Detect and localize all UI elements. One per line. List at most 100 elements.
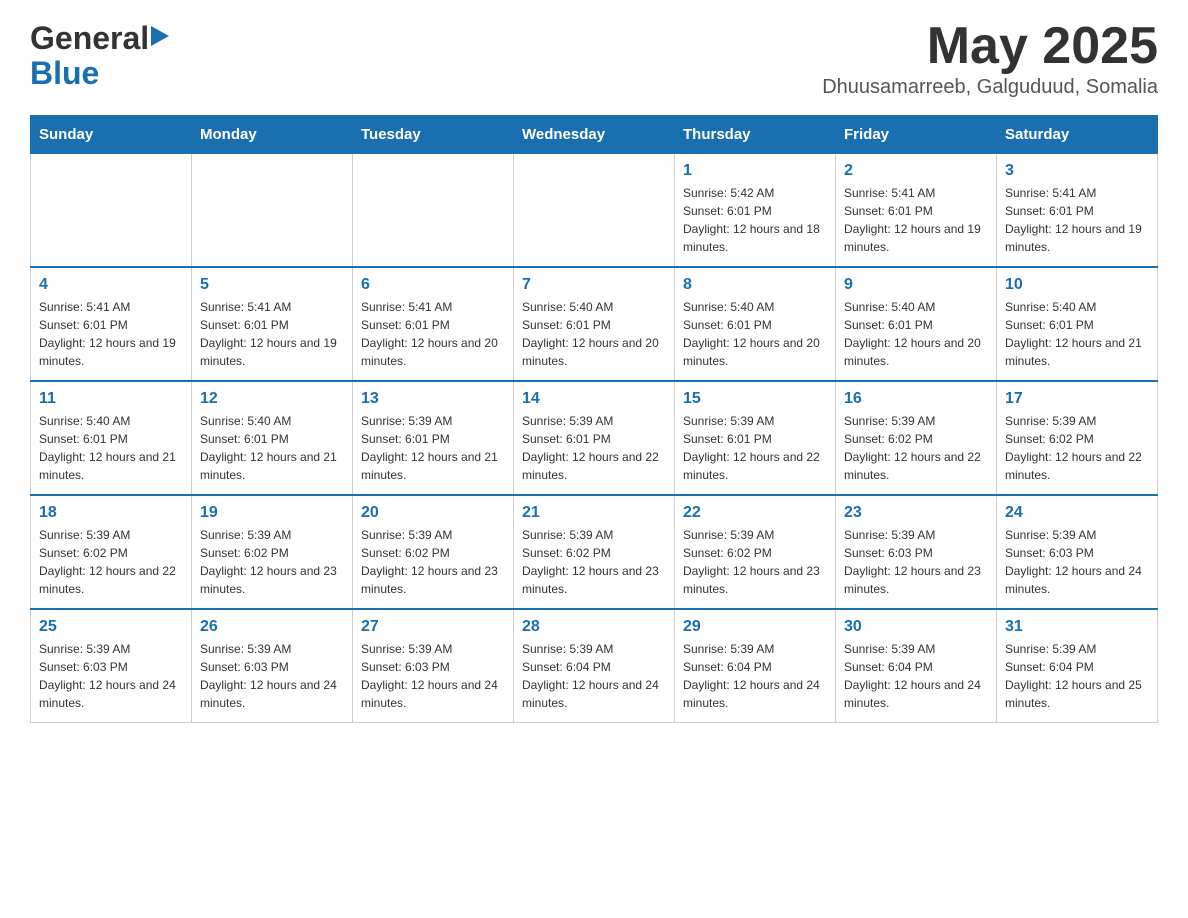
calendar-day-cell: 13 Sunrise: 5:39 AM Sunset: 6:01 PM Dayli… xyxy=(353,381,514,495)
day-number: 17 xyxy=(1005,390,1149,408)
day-info: Sunrise: 5:40 AM Sunset: 6:01 PM Dayligh… xyxy=(683,298,827,370)
day-number: 25 xyxy=(39,618,183,636)
calendar-title: May 2025 xyxy=(822,20,1158,72)
day-number: 18 xyxy=(39,504,183,522)
day-number: 22 xyxy=(683,504,827,522)
calendar-week-row: 18 Sunrise: 5:39 AM Sunset: 6:02 PM Dayli… xyxy=(31,495,1158,609)
calendar-day-cell xyxy=(514,154,675,268)
calendar-day-cell xyxy=(192,154,353,268)
day-number: 1 xyxy=(683,162,827,180)
day-info: Sunrise: 5:39 AM Sunset: 6:03 PM Dayligh… xyxy=(39,640,183,712)
calendar-header-row: SundayMondayTuesdayWednesdayThursdayFrid… xyxy=(31,116,1158,154)
calendar-day-cell: 15 Sunrise: 5:39 AM Sunset: 6:01 PM Dayli… xyxy=(675,381,836,495)
day-info: Sunrise: 5:39 AM Sunset: 6:02 PM Dayligh… xyxy=(844,412,988,484)
calendar-day-cell: 7 Sunrise: 5:40 AM Sunset: 6:01 PM Daylig… xyxy=(514,267,675,381)
calendar-day-cell: 18 Sunrise: 5:39 AM Sunset: 6:02 PM Dayli… xyxy=(31,495,192,609)
logo: General Blue xyxy=(30,20,169,92)
day-info: Sunrise: 5:39 AM Sunset: 6:04 PM Dayligh… xyxy=(522,640,666,712)
calendar-week-row: 25 Sunrise: 5:39 AM Sunset: 6:03 PM Dayli… xyxy=(31,609,1158,723)
day-number: 10 xyxy=(1005,276,1149,294)
day-info: Sunrise: 5:40 AM Sunset: 6:01 PM Dayligh… xyxy=(39,412,183,484)
day-info: Sunrise: 5:39 AM Sunset: 6:01 PM Dayligh… xyxy=(683,412,827,484)
calendar-day-cell: 4Sunrise: 5:41 AM Sunset: 6:01 PM Daylig… xyxy=(31,267,192,381)
calendar-day-cell: 5 Sunrise: 5:41 AM Sunset: 6:01 PM Daylig… xyxy=(192,267,353,381)
day-number: 12 xyxy=(200,390,344,408)
page-header: General Blue May 2025 Dhuusamarreeb, Gal… xyxy=(30,20,1158,99)
day-number: 31 xyxy=(1005,618,1149,636)
calendar-day-cell: 17 Sunrise: 5:39 AM Sunset: 6:02 PM Dayli… xyxy=(997,381,1158,495)
calendar-day-cell: 24Sunrise: 5:39 AM Sunset: 6:03 PM Dayli… xyxy=(997,495,1158,609)
day-info: Sunrise: 5:39 AM Sunset: 6:04 PM Dayligh… xyxy=(683,640,827,712)
day-number: 21 xyxy=(522,504,666,522)
day-number: 23 xyxy=(844,504,988,522)
calendar-week-row: 1 Sunrise: 5:42 AM Sunset: 6:01 PM Daylig… xyxy=(31,154,1158,268)
day-number: 8 xyxy=(683,276,827,294)
day-info: Sunrise: 5:39 AM Sunset: 6:01 PM Dayligh… xyxy=(361,412,505,484)
day-number: 13 xyxy=(361,390,505,408)
day-number: 20 xyxy=(361,504,505,522)
calendar-day-cell: 11 Sunrise: 5:40 AM Sunset: 6:01 PM Dayli… xyxy=(31,381,192,495)
day-info: Sunrise: 5:39 AM Sunset: 6:02 PM Dayligh… xyxy=(683,526,827,598)
day-number: 16 xyxy=(844,390,988,408)
calendar-day-cell: 6Sunrise: 5:41 AM Sunset: 6:01 PM Daylig… xyxy=(353,267,514,381)
calendar-day-cell: 2 Sunrise: 5:41 AM Sunset: 6:01 PM Daylig… xyxy=(836,154,997,268)
calendar-day-cell: 1 Sunrise: 5:42 AM Sunset: 6:01 PM Daylig… xyxy=(675,154,836,268)
calendar-day-cell: 10 Sunrise: 5:40 AM Sunset: 6:01 PM Dayli… xyxy=(997,267,1158,381)
day-number: 2 xyxy=(844,162,988,180)
day-info: Sunrise: 5:41 AM Sunset: 6:01 PM Dayligh… xyxy=(200,298,344,370)
calendar-week-row: 11 Sunrise: 5:40 AM Sunset: 6:01 PM Dayli… xyxy=(31,381,1158,495)
day-info: Sunrise: 5:41 AM Sunset: 6:01 PM Dayligh… xyxy=(1005,184,1149,256)
calendar-day-cell: 28 Sunrise: 5:39 AM Sunset: 6:04 PM Dayli… xyxy=(514,609,675,723)
day-info: Sunrise: 5:40 AM Sunset: 6:01 PM Dayligh… xyxy=(522,298,666,370)
col-header-friday: Friday xyxy=(836,116,997,154)
day-number: 14 xyxy=(522,390,666,408)
title-block: May 2025 Dhuusamarreeb, Galguduud, Somal… xyxy=(822,20,1158,99)
day-info: Sunrise: 5:39 AM Sunset: 6:03 PM Dayligh… xyxy=(361,640,505,712)
calendar-week-row: 4Sunrise: 5:41 AM Sunset: 6:01 PM Daylig… xyxy=(31,267,1158,381)
col-header-thursday: Thursday xyxy=(675,116,836,154)
day-number: 7 xyxy=(522,276,666,294)
logo-general: General xyxy=(30,20,149,57)
day-number: 5 xyxy=(200,276,344,294)
day-number: 28 xyxy=(522,618,666,636)
day-info: Sunrise: 5:40 AM Sunset: 6:01 PM Dayligh… xyxy=(844,298,988,370)
day-number: 26 xyxy=(200,618,344,636)
calendar-day-cell: 25 Sunrise: 5:39 AM Sunset: 6:03 PM Dayli… xyxy=(31,609,192,723)
day-number: 11 xyxy=(39,390,183,408)
day-number: 15 xyxy=(683,390,827,408)
calendar-location: Dhuusamarreeb, Galguduud, Somalia xyxy=(822,76,1158,99)
logo-triangle-icon xyxy=(151,26,169,51)
calendar-day-cell: 8 Sunrise: 5:40 AM Sunset: 6:01 PM Daylig… xyxy=(675,267,836,381)
day-info: Sunrise: 5:39 AM Sunset: 6:04 PM Dayligh… xyxy=(1005,640,1149,712)
day-info: Sunrise: 5:39 AM Sunset: 6:01 PM Dayligh… xyxy=(522,412,666,484)
day-number: 19 xyxy=(200,504,344,522)
calendar-day-cell: 31 Sunrise: 5:39 AM Sunset: 6:04 PM Dayli… xyxy=(997,609,1158,723)
day-info: Sunrise: 5:39 AM Sunset: 6:02 PM Dayligh… xyxy=(1005,412,1149,484)
day-info: Sunrise: 5:39 AM Sunset: 6:02 PM Dayligh… xyxy=(522,526,666,598)
col-header-sunday: Sunday xyxy=(31,116,192,154)
calendar-day-cell: 27 Sunrise: 5:39 AM Sunset: 6:03 PM Dayli… xyxy=(353,609,514,723)
day-number: 9 xyxy=(844,276,988,294)
day-info: Sunrise: 5:39 AM Sunset: 6:02 PM Dayligh… xyxy=(361,526,505,598)
day-info: Sunrise: 5:39 AM Sunset: 6:03 PM Dayligh… xyxy=(200,640,344,712)
day-number: 27 xyxy=(361,618,505,636)
day-info: Sunrise: 5:39 AM Sunset: 6:03 PM Dayligh… xyxy=(1005,526,1149,598)
calendar-day-cell: 21 Sunrise: 5:39 AM Sunset: 6:02 PM Dayli… xyxy=(514,495,675,609)
day-info: Sunrise: 5:40 AM Sunset: 6:01 PM Dayligh… xyxy=(1005,298,1149,370)
day-info: Sunrise: 5:39 AM Sunset: 6:04 PM Dayligh… xyxy=(844,640,988,712)
calendar-day-cell: 14 Sunrise: 5:39 AM Sunset: 6:01 PM Dayli… xyxy=(514,381,675,495)
calendar-day-cell: 20 Sunrise: 5:39 AM Sunset: 6:02 PM Dayli… xyxy=(353,495,514,609)
calendar-day-cell: 26 Sunrise: 5:39 AM Sunset: 6:03 PM Dayli… xyxy=(192,609,353,723)
day-number: 29 xyxy=(683,618,827,636)
day-info: Sunrise: 5:39 AM Sunset: 6:02 PM Dayligh… xyxy=(39,526,183,598)
calendar-table: SundayMondayTuesdayWednesdayThursdayFrid… xyxy=(30,115,1158,723)
day-info: Sunrise: 5:41 AM Sunset: 6:01 PM Dayligh… xyxy=(844,184,988,256)
day-info: Sunrise: 5:42 AM Sunset: 6:01 PM Dayligh… xyxy=(683,184,827,256)
calendar-day-cell: 30Sunrise: 5:39 AM Sunset: 6:04 PM Dayli… xyxy=(836,609,997,723)
calendar-day-cell: 29 Sunrise: 5:39 AM Sunset: 6:04 PM Dayli… xyxy=(675,609,836,723)
calendar-day-cell: 23Sunrise: 5:39 AM Sunset: 6:03 PM Dayli… xyxy=(836,495,997,609)
calendar-day-cell: 22 Sunrise: 5:39 AM Sunset: 6:02 PM Dayli… xyxy=(675,495,836,609)
calendar-day-cell: 16 Sunrise: 5:39 AM Sunset: 6:02 PM Dayli… xyxy=(836,381,997,495)
day-number: 3 xyxy=(1005,162,1149,180)
day-info: Sunrise: 5:39 AM Sunset: 6:02 PM Dayligh… xyxy=(200,526,344,598)
